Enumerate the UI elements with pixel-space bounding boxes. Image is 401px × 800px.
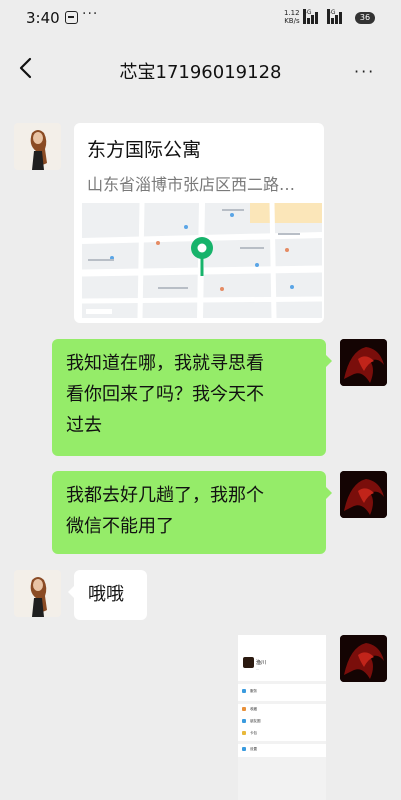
message-line: 过去 xyxy=(66,415,102,436)
status-bar: 3:40 ··· 1.12 KB/s 5G 5G 36 xyxy=(0,0,401,36)
received-message-bubble[interactable]: 哦哦 xyxy=(68,570,147,620)
image-profile-name: 渔川 xyxy=(256,660,267,666)
message-text: 哦哦 xyxy=(88,584,124,605)
image-menu-row: 朋友圈 xyxy=(242,719,322,727)
image-divider xyxy=(238,757,326,800)
sent-message-bubble[interactable]: 我都去好几趟了，我那个 微信不能用了 xyxy=(52,471,332,554)
network-speed: 1.12 KB/s xyxy=(284,9,300,25)
image-divider xyxy=(238,741,326,744)
battery-icon: 36 xyxy=(355,12,375,24)
image-menu-row: 服务 xyxy=(242,689,322,697)
image-divider xyxy=(238,701,326,704)
image-menu-label: 服务 xyxy=(250,689,257,693)
image-menu-label: 收藏 xyxy=(250,707,257,711)
signal-1-icon: 5G xyxy=(303,9,319,24)
signal-2-icon: 5G xyxy=(327,9,343,24)
image-profile-id: ··· xyxy=(256,668,260,672)
network-speed-unit: KB/s xyxy=(284,17,300,25)
location-address: 山东省淄博市张店区西二路… xyxy=(87,175,296,194)
network-speed-value: 1.12 xyxy=(284,9,300,17)
image-profile-avatar xyxy=(243,657,254,668)
image-menu-label: 设置 xyxy=(250,747,257,751)
self-avatar[interactable] xyxy=(340,635,387,682)
image-menu-row: 收藏 xyxy=(242,707,322,715)
message-line: 我都去好几趟了，我那个 xyxy=(66,485,264,506)
self-avatar[interactable] xyxy=(340,471,387,518)
self-avatar[interactable] xyxy=(340,339,387,386)
app-notification-icon xyxy=(65,11,78,24)
location-message[interactable]: 东方国际公寓 山东省淄博市张店区西二路… xyxy=(74,123,324,323)
image-menu-label: 朋友圈 xyxy=(250,719,261,723)
chat-header: 芯宝17196019128 ··· xyxy=(0,36,401,102)
message-line: 我知道在哪，我就寻思看 xyxy=(66,353,264,374)
location-name: 东方国际公寓 xyxy=(87,139,202,161)
status-time: 3:40 xyxy=(26,9,60,27)
image-status-bar xyxy=(238,635,326,643)
location-map[interactable] xyxy=(82,203,322,318)
image-menu-label: 卡包 xyxy=(250,731,257,735)
sent-image-message[interactable]: 渔川 ··· 服务 收藏 朋友圈 卡包 设置 xyxy=(238,635,326,800)
contact-avatar[interactable] xyxy=(14,123,61,170)
image-menu-row: 卡包 xyxy=(242,731,322,739)
message-line: 微信不能用了 xyxy=(66,516,174,537)
image-divider xyxy=(238,681,326,684)
more-options-icon[interactable]: ··· xyxy=(354,62,375,81)
chat-title: 芯宝17196019128 xyxy=(119,62,282,83)
image-menu-row: 设置 xyxy=(242,747,322,755)
contact-avatar[interactable] xyxy=(14,570,61,617)
message-line: 看你回来了吗？我今天不 xyxy=(66,384,264,405)
more-notifications-icon: ··· xyxy=(82,6,99,22)
sent-message-bubble[interactable]: 我知道在哪，我就寻思看 看你回来了吗？我今天不 过去 xyxy=(52,339,332,456)
